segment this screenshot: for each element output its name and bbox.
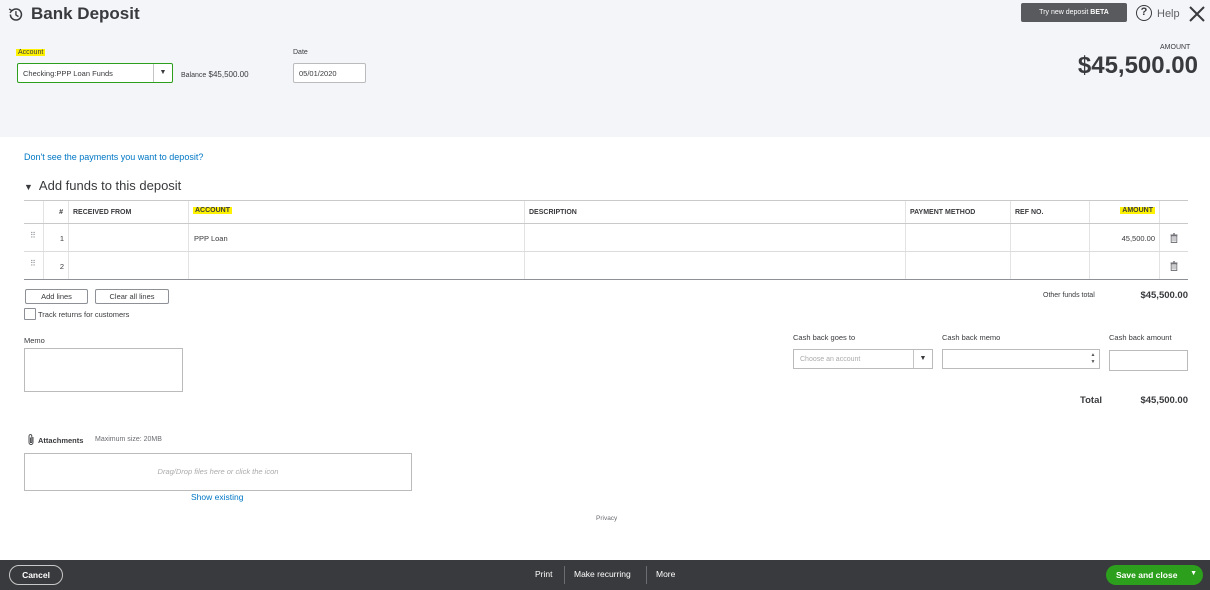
payment-method-cell[interactable] — [906, 252, 1011, 279]
cancel-button[interactable]: Cancel — [9, 565, 63, 585]
header-account: ACCOUNT — [189, 201, 525, 223]
add-lines-button[interactable]: Add lines — [25, 289, 88, 304]
account-select-value: Checking:PPP Loan Funds — [23, 69, 113, 78]
show-existing-link[interactable]: Show existing — [191, 492, 243, 502]
help-icon[interactable]: ? — [1136, 5, 1152, 21]
triangle-down-icon: ▼ — [24, 182, 33, 192]
table-row[interactable]: ⠿ 1 PPP Loan 45,500.00 — [24, 224, 1188, 252]
resize-spinner-icon[interactable]: ▲ ▼ — [1089, 352, 1097, 366]
clear-all-lines-button[interactable]: Clear all lines — [95, 289, 169, 304]
amount-total: $45,500.00 — [1077, 52, 1198, 79]
cash-back-amount-input[interactable] — [1109, 350, 1188, 371]
account-label: Account — [16, 49, 46, 56]
ref-no-cell[interactable] — [1011, 252, 1090, 279]
cash-back-account-placeholder: Choose an account — [800, 356, 861, 363]
cash-back-amount-label: Cash back amount — [1109, 333, 1172, 342]
beta-badge: BETA — [1090, 9, 1109, 16]
balance-value: $45,500.00 — [208, 70, 249, 79]
track-returns-checkbox[interactable] — [24, 308, 36, 320]
total-label: Total — [1080, 395, 1102, 406]
chevron-down-icon[interactable]: ▼ — [913, 350, 932, 368]
more-button[interactable]: More — [656, 569, 675, 579]
delete-row-cell — [1160, 252, 1188, 279]
header-ref-no: REF NO. — [1011, 201, 1090, 223]
delete-row-cell — [1160, 224, 1188, 251]
account-cell[interactable] — [189, 252, 525, 279]
date-label: Date — [293, 49, 308, 56]
dont-see-payments-link[interactable]: Don't see the payments you want to depos… — [24, 152, 203, 162]
attachments-label: Attachments — [38, 436, 84, 445]
history-icon[interactable] — [7, 6, 24, 23]
make-recurring-button[interactable]: Make recurring — [574, 569, 631, 579]
header-payment-method: PAYMENT METHOD — [906, 201, 1011, 223]
ref-no-cell[interactable] — [1011, 224, 1090, 251]
drag-handle-icon[interactable]: ⠿ — [30, 260, 38, 270]
date-input[interactable]: 05/01/2020 — [293, 63, 366, 83]
header-amount: AMOUNT — [1090, 201, 1160, 223]
header-num: # — [44, 201, 69, 223]
description-cell[interactable] — [525, 252, 906, 279]
chevron-down-icon[interactable]: ▼ — [153, 64, 172, 82]
other-funds-total-label: Other funds total — [1043, 292, 1095, 299]
try-new-label: Try new deposit — [1039, 9, 1089, 16]
trash-icon[interactable] — [1170, 261, 1178, 271]
try-new-deposit-button[interactable]: Try new deposit BETA — [1021, 3, 1127, 22]
cash-back-account-select[interactable]: Choose an account ▼ — [793, 349, 933, 369]
description-cell[interactable] — [525, 224, 906, 251]
amount-label: AMOUNT — [1160, 44, 1191, 51]
table-row[interactable]: ⠿ 2 — [24, 252, 1188, 280]
drag-handle-icon[interactable]: ⠿ — [30, 232, 38, 242]
track-returns-label: Track returns for customers — [38, 310, 130, 319]
row-num: 2 — [44, 252, 69, 279]
attachments-dropzone[interactable]: Drag/Drop files here or click the icon — [24, 453, 412, 491]
row-num: 1 — [44, 224, 69, 251]
other-funds-total-value: $45,500.00 — [1140, 290, 1188, 301]
memo-label: Memo — [24, 336, 45, 345]
section-title-label: Add funds to this deposit — [38, 178, 182, 193]
grid-header-row: # RECEIVED FROM ACCOUNT DESCRIPTION PAYM… — [24, 200, 1188, 224]
page-title: Bank Deposit — [31, 4, 140, 23]
footer-divider — [646, 566, 647, 584]
header-panel: Bank Deposit Try new deposit BETA ? Help… — [0, 0, 1210, 137]
section-toggle-add-funds[interactable]: ▼ Add funds to this deposit — [24, 178, 181, 193]
chevron-down-icon[interactable]: ▼ — [1190, 570, 1197, 577]
cash-back-memo-label: Cash back memo — [942, 333, 1001, 342]
account-select[interactable]: Checking:PPP Loan Funds ▼ — [17, 63, 173, 83]
help-link[interactable]: Help — [1157, 8, 1180, 20]
balance-label: Balance — [181, 72, 207, 79]
deposit-grid: # RECEIVED FROM ACCOUNT DESCRIPTION PAYM… — [24, 200, 1188, 280]
save-and-close-button[interactable]: Save and close ▼ — [1106, 565, 1203, 585]
close-icon[interactable] — [1187, 4, 1207, 24]
privacy-link[interactable]: Privacy — [596, 515, 617, 522]
received-from-cell[interactable] — [69, 224, 189, 251]
account-cell[interactable]: PPP Loan — [189, 224, 525, 251]
amount-cell[interactable]: 45,500.00 — [1090, 224, 1160, 251]
trash-icon[interactable] — [1170, 233, 1178, 243]
cash-back-goes-to-label: Cash back goes to — [793, 333, 856, 342]
header-drag-cell — [24, 201, 44, 223]
cash-back-memo-input[interactable]: ▲ ▼ — [942, 349, 1100, 369]
balance-display: Balance $45,500.00 — [181, 70, 249, 79]
print-button[interactable]: Print — [535, 569, 552, 579]
footer-bar: Cancel Print Make recurring More Save an… — [0, 560, 1210, 590]
header-trash-cell — [1160, 201, 1188, 223]
total-value: $45,500.00 — [1140, 395, 1188, 406]
footer-divider — [564, 566, 565, 584]
payment-method-cell[interactable] — [906, 224, 1011, 251]
attachments-max-size: Maximum size: 20MB — [95, 436, 162, 443]
header-received-from: RECEIVED FROM — [69, 201, 189, 223]
header-description: DESCRIPTION — [525, 201, 906, 223]
drag-handle[interactable]: ⠿ — [24, 224, 44, 251]
memo-textarea[interactable] — [24, 348, 183, 392]
drag-handle[interactable]: ⠿ — [24, 252, 44, 279]
amount-cell[interactable] — [1090, 252, 1160, 279]
received-from-cell[interactable] — [69, 252, 189, 279]
paperclip-icon[interactable] — [26, 433, 36, 446]
save-and-close-label: Save and close — [1116, 570, 1178, 580]
